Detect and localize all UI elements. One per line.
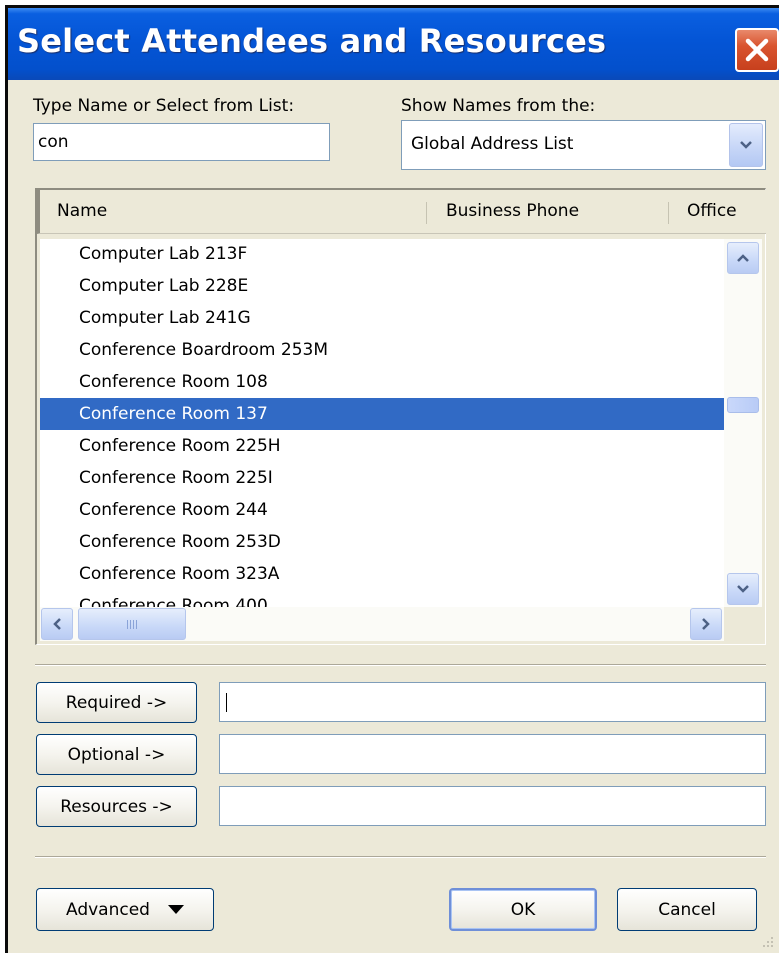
list-rows: Computer Lab 213F Computer Lab 228E Comput…: [40, 239, 724, 607]
column-header-office[interactable]: Office: [687, 201, 737, 221]
column-divider[interactable]: [426, 202, 427, 224]
text-cursor: [226, 692, 227, 712]
horizontal-scrollbar[interactable]: [40, 607, 724, 641]
grip-icon: [127, 619, 137, 629]
list-item[interactable]: Computer Lab 241G: [40, 302, 724, 334]
horizontal-scroll-thumb[interactable]: [78, 608, 186, 640]
scroll-right-button[interactable]: [690, 608, 722, 640]
resources-button[interactable]: Resources ->: [36, 786, 197, 827]
ok-button[interactable]: OK: [449, 888, 597, 931]
close-button[interactable]: [735, 28, 779, 72]
resize-grip-icon[interactable]: [761, 935, 775, 949]
address-book-value: Global Address List: [411, 134, 574, 154]
scrollbar-corner: [724, 607, 762, 641]
optional-button[interactable]: Optional ->: [36, 734, 197, 775]
list-item[interactable]: Conference Room 400: [40, 590, 724, 607]
list-item[interactable]: Conference Room 108: [40, 366, 724, 398]
column-header-name[interactable]: Name: [57, 201, 107, 221]
list-item[interactable]: Conference Room 244: [40, 494, 724, 526]
column-divider[interactable]: [668, 202, 669, 224]
resources-field[interactable]: [219, 786, 766, 826]
dialog-window: Select Attendees and Resources Type Name…: [5, 5, 779, 953]
cancel-button[interactable]: Cancel: [617, 888, 757, 931]
optional-field[interactable]: [219, 734, 766, 774]
list-item[interactable]: Conference Boardroom 253M: [40, 334, 724, 366]
list-item[interactable]: Conference Room 137: [40, 398, 724, 430]
title-bar[interactable]: Select Attendees and Resources: [8, 8, 779, 80]
scroll-left-button[interactable]: [41, 608, 73, 640]
dropdown-button[interactable]: [729, 123, 763, 167]
list-item[interactable]: Conference Room 225I: [40, 462, 724, 494]
list-item[interactable]: Conference Room 323A: [40, 558, 724, 590]
list-item[interactable]: Computer Lab 228E: [40, 270, 724, 302]
list-item[interactable]: Conference Room 253D: [40, 526, 724, 558]
chevron-down-icon: [737, 585, 749, 593]
column-header-phone[interactable]: Business Phone: [446, 201, 579, 221]
search-label: Type Name or Select from List:: [33, 96, 295, 116]
chevron-down-icon: [740, 141, 752, 149]
chevron-right-icon: [702, 618, 710, 630]
search-input[interactable]: con: [33, 123, 330, 161]
results-list: Name Business Phone Office Computer Lab …: [35, 188, 766, 645]
vertical-scroll-thumb[interactable]: [727, 397, 759, 413]
divider: [35, 856, 766, 858]
required-button[interactable]: Required ->: [36, 682, 197, 723]
list-item[interactable]: Conference Room 225H: [40, 430, 724, 462]
divider: [35, 664, 766, 666]
close-icon: [745, 38, 769, 62]
required-field[interactable]: [219, 682, 766, 722]
scroll-up-button[interactable]: [727, 242, 759, 274]
address-book-dropdown[interactable]: Global Address List: [401, 120, 766, 170]
address-book-label: Show Names from the:: [401, 96, 596, 116]
vertical-scrollbar[interactable]: [724, 239, 762, 607]
chevron-left-icon: [53, 618, 61, 630]
dropdown-arrow-icon: [167, 905, 184, 914]
chevron-up-icon: [737, 254, 749, 262]
advanced-button[interactable]: Advanced: [36, 888, 214, 931]
list-header: Name Business Phone Office: [37, 190, 766, 234]
advanced-label: Advanced: [66, 899, 150, 920]
scroll-down-button[interactable]: [727, 573, 759, 605]
window-title: Select Attendees and Resources: [17, 22, 607, 60]
list-item[interactable]: Computer Lab 213F: [40, 239, 724, 270]
